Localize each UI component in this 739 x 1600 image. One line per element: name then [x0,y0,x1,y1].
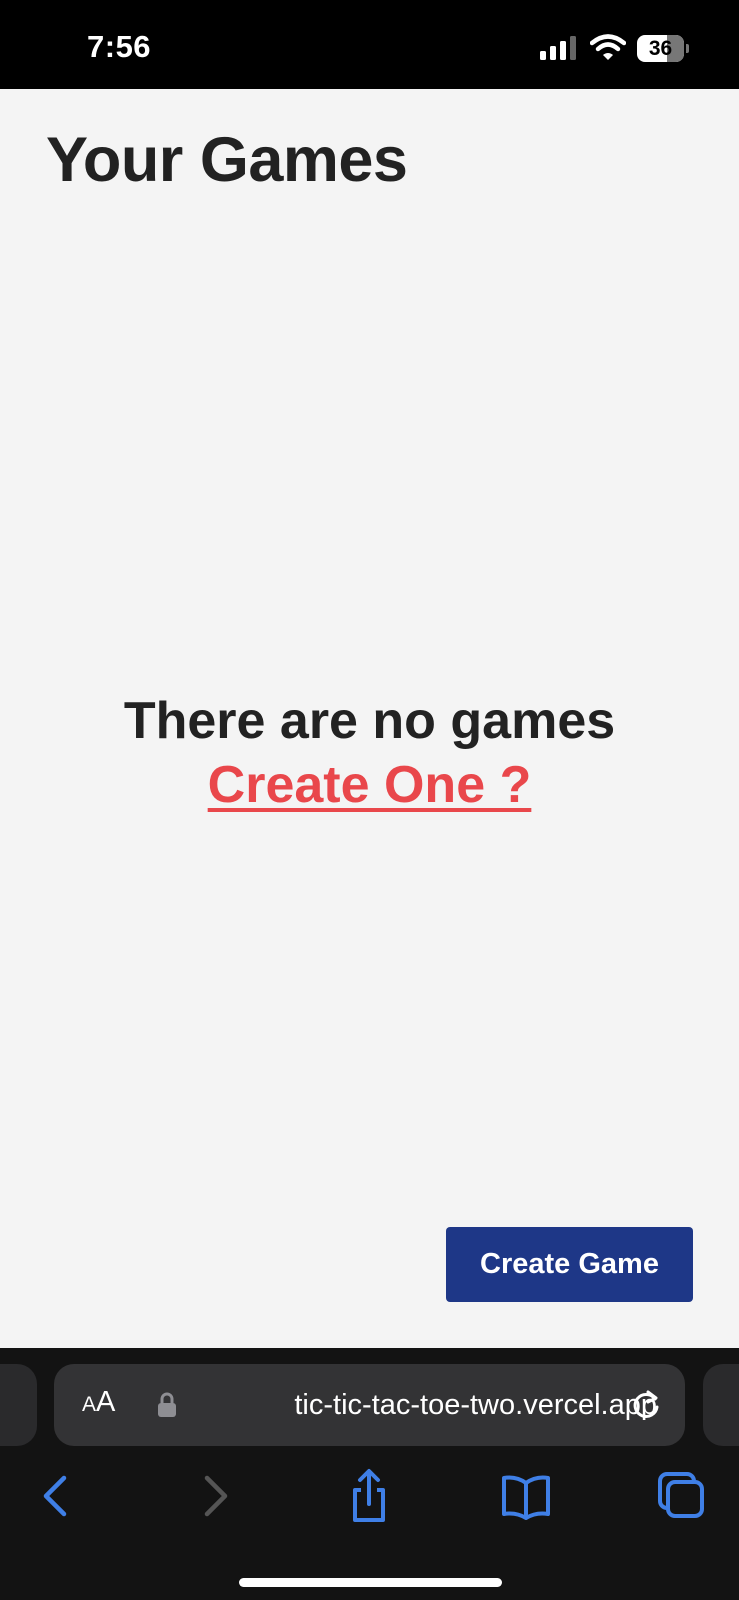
status-time: 7:56 [87,29,152,64]
text-size-small-a: A [82,1393,97,1416]
previous-tab-preview[interactable] [0,1364,37,1446]
bookmarks-icon[interactable] [496,1466,556,1526]
lock-icon [158,1392,176,1417]
battery-level: 36 [648,37,673,60]
phone-screen: 7:56 36 Your Games There are no games Cr… [0,0,739,1600]
wifi-icon [590,34,626,60]
browser-toolbar: AA tic-tic-tac-toe-two.vercel.app [0,1348,739,1600]
battery-icon: 36 [637,35,689,62]
share-icon[interactable] [339,1466,399,1526]
url-text: tic-tic-tac-toe-two.vercel.app [294,1389,657,1421]
empty-state: There are no games Create One ? [0,689,739,817]
next-tab-preview[interactable] [703,1364,739,1446]
create-one-link[interactable]: Create One ? [208,753,532,817]
create-game-button[interactable]: Create Game [446,1227,693,1302]
text-size-large-a: A [96,1386,116,1418]
reload-icon[interactable] [628,1387,664,1423]
web-content: Your Games There are no games Create One… [0,89,739,1348]
address-bar[interactable]: AA tic-tic-tac-toe-two.vercel.app [54,1364,685,1446]
page-title: Your Games [46,125,408,195]
url-field[interactable]: tic-tic-tac-toe-two.vercel.app [185,1384,657,1426]
forward-icon[interactable] [185,1466,245,1526]
status-bar: 7:56 36 [0,0,739,89]
back-icon[interactable] [26,1466,86,1526]
signal-icon [540,36,576,60]
text-size-button[interactable]: AA [82,1386,115,1419]
empty-state-message: There are no games [123,692,616,750]
tabs-icon[interactable] [652,1466,712,1526]
home-indicator[interactable] [239,1578,502,1587]
